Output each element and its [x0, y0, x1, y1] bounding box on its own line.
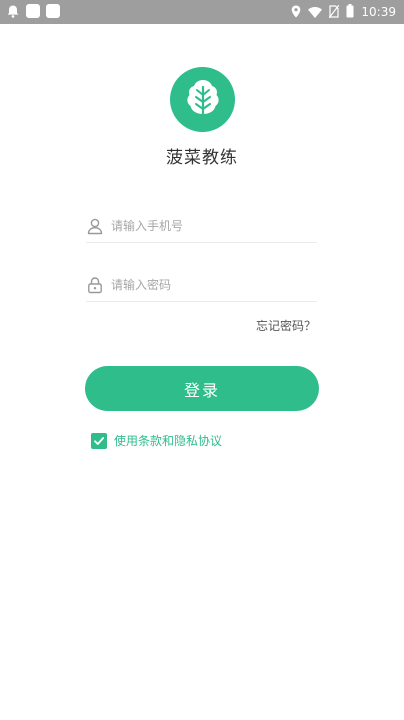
app-logo — [170, 67, 235, 132]
status-bar-right-icons: 10:39 — [291, 3, 396, 21]
agreement-row: 使用条款和隐私协议 — [91, 432, 222, 449]
password-input[interactable] — [111, 274, 311, 296]
password-field — [86, 270, 317, 302]
status-time: 10:39 — [361, 5, 396, 19]
app-title: 菠菜教练 — [166, 148, 238, 168]
phone-input[interactable] — [111, 215, 311, 237]
battery-icon — [346, 3, 354, 22]
status-bar-left-icons — [6, 4, 60, 18]
no-sim-icon — [328, 3, 340, 22]
forgot-password-link[interactable]: 忘记密码？ — [256, 317, 316, 334]
phone-field — [86, 211, 317, 243]
app-square-icon — [26, 4, 40, 18]
lock-icon — [86, 276, 104, 294]
login-button[interactable]: 登录 — [85, 366, 319, 411]
status-bar: 10:39 — [0, 0, 404, 24]
checkmark-icon — [94, 436, 105, 445]
app-square-icon — [46, 4, 60, 18]
terms-privacy-link[interactable]: 使用条款和隐私协议 — [114, 432, 222, 449]
location-icon — [291, 3, 301, 22]
user-icon — [86, 217, 104, 235]
agreement-checkbox[interactable] — [91, 432, 107, 449]
wifi-icon — [308, 3, 323, 22]
spinach-leaf-icon — [186, 79, 219, 121]
notification-bell-icon — [6, 4, 20, 18]
